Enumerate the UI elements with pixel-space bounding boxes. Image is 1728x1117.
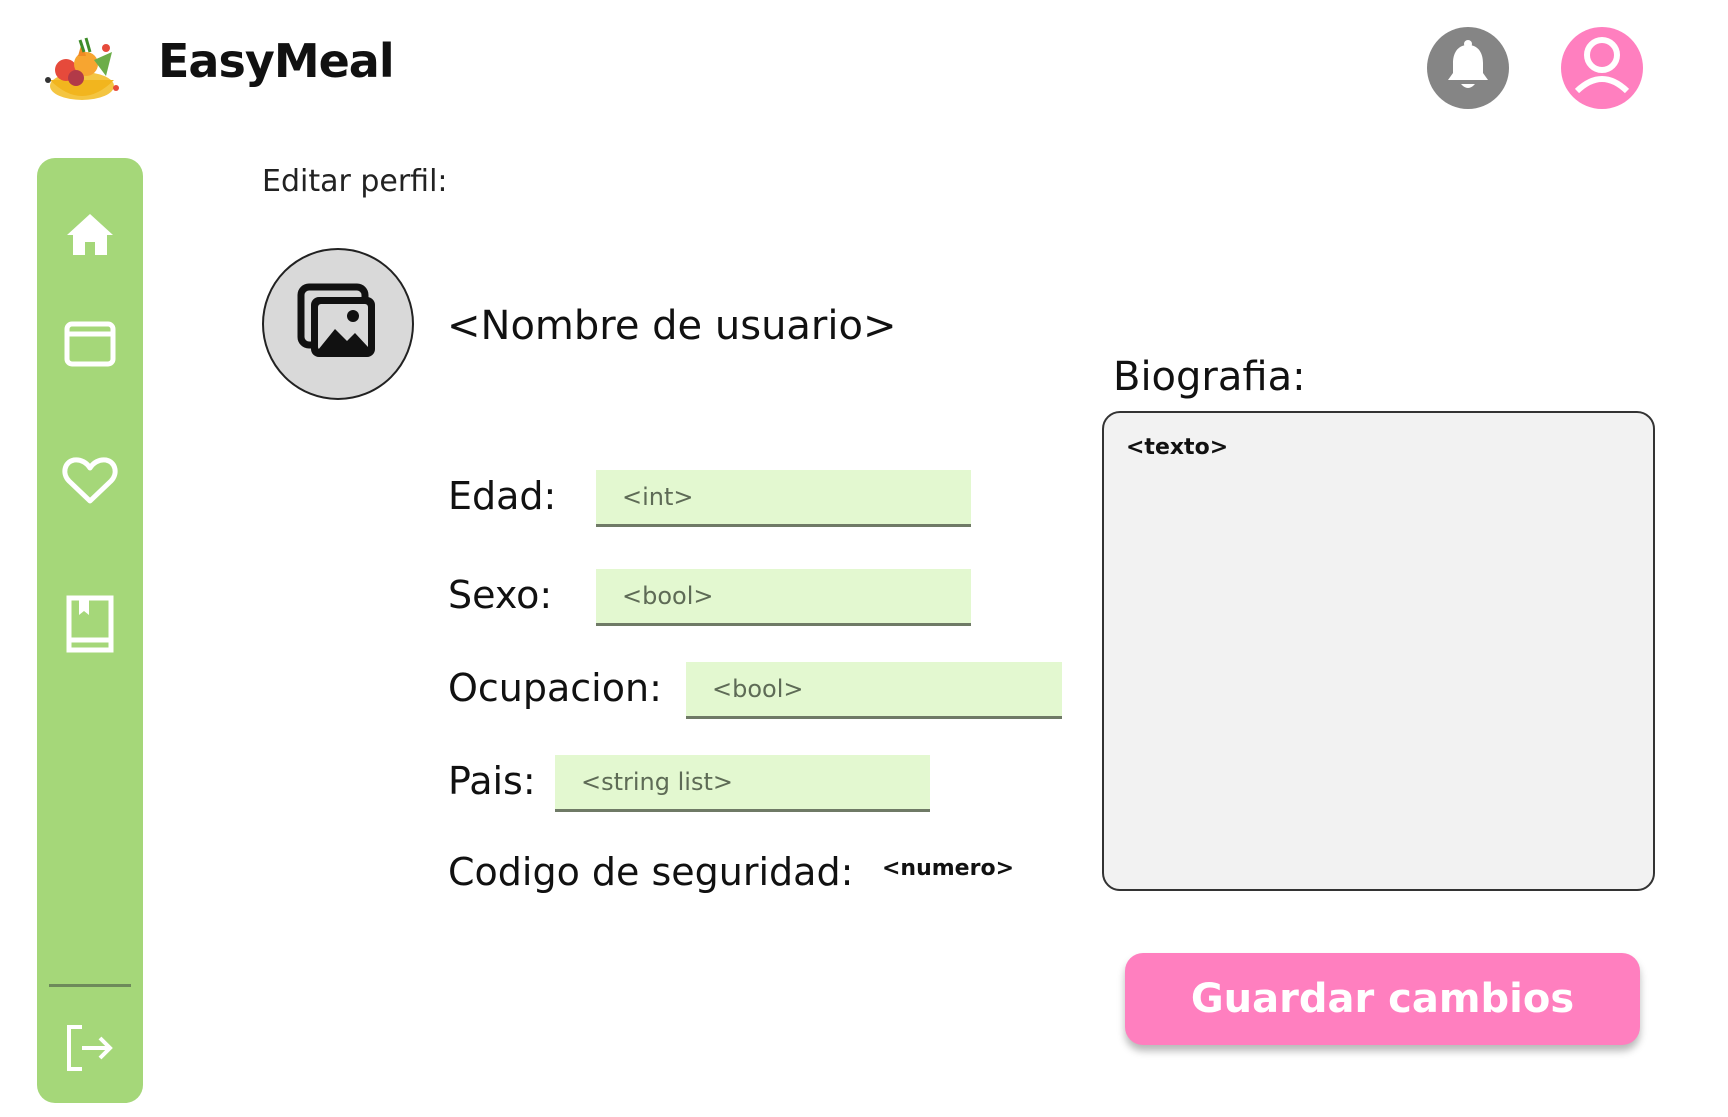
notifications-button[interactable]	[1427, 27, 1509, 109]
sidebar-divider	[49, 984, 131, 987]
sidebar-item-calendar[interactable]	[55, 314, 125, 378]
logout-icon	[64, 1022, 116, 1078]
app-title: EasyMeal	[158, 34, 395, 88]
page-title: Editar perfil:	[262, 164, 448, 199]
image-gallery-icon	[297, 283, 379, 365]
sidebar-item-home[interactable]	[55, 204, 125, 268]
sidebar	[37, 158, 143, 1103]
calendar-icon	[63, 319, 117, 373]
sex-input[interactable]	[596, 569, 971, 626]
sidebar-item-recipes[interactable]	[55, 594, 125, 658]
occupation-label: Ocupacion:	[448, 666, 662, 710]
avatar-upload[interactable]	[262, 248, 414, 400]
security-code-label: Codigo de seguridad:	[448, 850, 854, 894]
logout-button[interactable]	[55, 1018, 125, 1082]
user-icon	[1561, 25, 1643, 111]
bio-label: Biografia:	[1113, 354, 1306, 400]
profile-button[interactable]	[1561, 27, 1643, 109]
country-label: Pais:	[448, 759, 536, 803]
bio-textarea[interactable]	[1102, 411, 1655, 891]
username: <Nombre de usuario>	[447, 303, 897, 349]
security-code-value: <numero>	[882, 856, 1014, 881]
save-button[interactable]: Guardar cambios	[1125, 953, 1640, 1045]
occupation-input[interactable]	[686, 662, 1062, 719]
bell-icon	[1445, 39, 1491, 97]
app-logo	[36, 30, 126, 110]
country-input[interactable]	[555, 755, 930, 812]
age-label: Edad:	[448, 474, 557, 518]
home-icon	[64, 211, 116, 261]
age-input[interactable]	[596, 470, 971, 527]
heart-icon	[61, 454, 119, 510]
sidebar-item-favorites[interactable]	[55, 450, 125, 514]
sex-label: Sexo:	[448, 573, 553, 617]
book-icon	[65, 595, 115, 657]
